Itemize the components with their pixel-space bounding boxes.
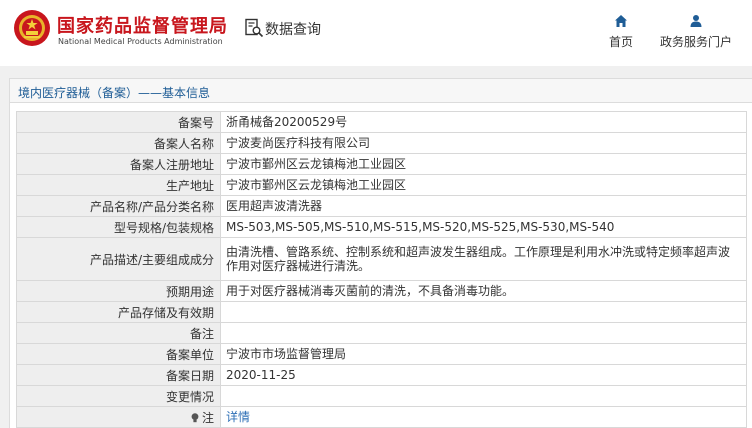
field-label: 产品名称/产品分类名称 [16,195,221,217]
table-row: 型号规格/包装规格 MS-503,MS-505,MS-510,MS-515,MS-… [16,216,747,238]
field-label: 注 [201,410,214,425]
field-value: 2020-11-25 [220,364,747,386]
field-label: 型号规格/包装规格 [16,216,221,238]
field-value: MS-503,MS-505,MS-510,MS-515,MS-520,MS-52… [220,216,747,238]
user-icon [690,15,702,27]
table-row: 产品描述/主要组成成分 由清洗槽、管路系统、控制系统和超声波发生器组成。工作原理是… [16,237,747,281]
table-row: 生产地址 宁波市鄞州区云龙镇梅池工业园区 [16,174,747,196]
breadcrumb-bar: 境内医疗器械（备案）——基本信息 [9,78,752,103]
field-label: 产品描述/主要组成成分 [16,237,221,281]
field-value [220,301,747,323]
home-icon [615,15,627,27]
table-row: 备案人名称 宁波麦尚医疗科技有限公司 [16,132,747,154]
field-value: 用于对医疗器械消毒灭菌前的清洗，不具备消毒功能。 [220,280,747,302]
field-label: 备案人名称 [16,132,221,154]
field-value: 宁波市鄞州区云龙镇梅池工业园区 [220,174,747,196]
data-query-label[interactable]: 数据查询 [265,19,321,39]
note-label-cell: 注 [16,406,221,428]
field-value: 由清洗槽、管路系统、控制系统和超声波发生器组成。工作原理是利用水冲洗或特定频率超… [220,237,747,281]
site-title-cn[interactable]: 国家药品监督管理局 [57,12,228,38]
field-label: 变更情况 [16,385,221,407]
field-label: 生产地址 [16,174,221,196]
site-title-en: National Medical Products Administration [58,37,223,46]
table-row: 备案人注册地址 宁波市鄞州区云龙镇梅池工业园区 [16,153,747,175]
table-row: 预期用途 用于对医疗器械消毒灭菌前的清洗，不具备消毒功能。 [16,280,747,302]
table-row: 备案日期 2020-11-25 [16,364,747,386]
lightbulb-icon [191,412,199,422]
field-label: 备案日期 [16,364,221,386]
site-header: 国家药品监督管理局 National Medical Products Admi… [0,0,752,66]
nav-home-label: 首页 [608,35,633,49]
field-value: 宁波麦尚医疗科技有限公司 [220,132,747,154]
nav-service-label: 政务服务门户 [659,35,732,49]
details-link[interactable]: 详情 [220,406,747,428]
national-emblem-icon [14,10,50,46]
table-row: 备注 [16,322,747,344]
field-label: 备注 [16,322,221,344]
field-value [220,385,747,407]
breadcrumb: 境内医疗器械（备案）——基本信息 [18,86,211,100]
field-label: 备案人注册地址 [16,153,221,175]
nav-home[interactable]: 首页 [604,14,638,50]
table-row: 备案单位 宁波市市场监督管理局 [16,343,747,365]
field-value: 医用超声波清洗器 [220,195,747,217]
table-row: 注 详情 [16,406,747,428]
field-label: 预期用途 [16,280,221,302]
document-search-icon [245,18,264,38]
nav-service-portal[interactable]: 政务服务门户 [654,14,738,50]
field-value: 浙甬械备20200529号 [220,111,747,133]
field-value: 宁波市市场监督管理局 [220,343,747,365]
field-value [220,322,747,344]
field-label: 备案单位 [16,343,221,365]
field-value: 宁波市鄞州区云龙镇梅池工业园区 [220,153,747,175]
field-label: 产品存储及有效期 [16,301,221,323]
field-label: 备案号 [16,111,221,133]
table-row: 变更情况 [16,385,747,407]
detail-panel: 备案号 浙甬械备20200529号 备案人名称 宁波麦尚医疗科技有限公司 备案人注册… [9,103,752,428]
table-row: 产品名称/产品分类名称 医用超声波清洗器 [16,195,747,217]
table-row: 备案号 浙甬械备20200529号 [16,111,747,133]
table-row: 产品存储及有效期 [16,301,747,323]
record-detail-table: 备案号 浙甬械备20200529号 备案人名称 宁波麦尚医疗科技有限公司 备案人注册… [16,111,747,428]
